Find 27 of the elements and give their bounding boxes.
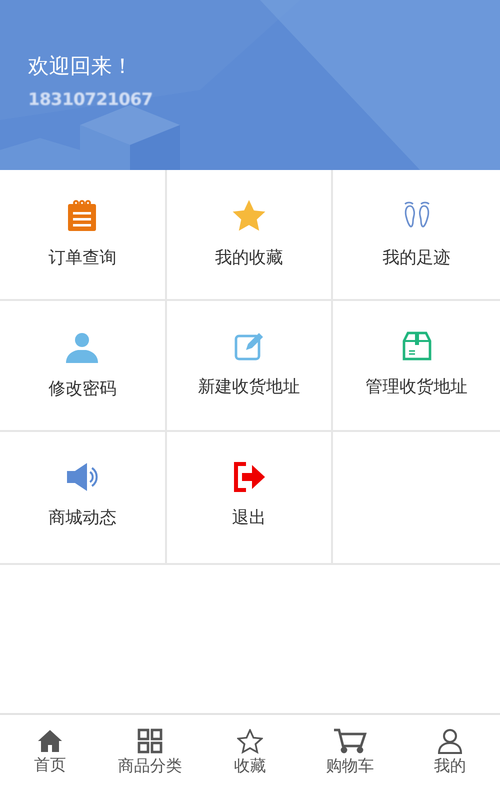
menu-item[interactable]: 管理收货地址 [366,375,468,398]
menu-item[interactable]: 退出 [232,506,266,529]
speaker-icon [65,462,100,492]
star-icon [237,728,263,754]
menu-item[interactable]: 商城动态 [48,506,116,529]
person-icon [65,331,100,363]
notepad-icon [66,200,98,232]
phone-number: 18310721067 [28,90,153,110]
edit-icon [234,331,264,361]
user-icon [437,728,463,754]
package-icon [402,331,432,361]
menu-item[interactable]: 我的足迹 [382,246,451,269]
home-icon [37,729,63,753]
menu-item[interactable]: 订单查询 [48,246,116,269]
exit-icon [232,462,266,492]
menu-item[interactable]: 新建收货地址 [198,375,300,398]
cart-icon [333,728,367,754]
tab-bar-item[interactable]: 收藏 [205,728,295,776]
star-icon [232,200,266,232]
welcome-text: 欢迎回来！ [28,53,133,80]
menu-item[interactable]: 我的收藏 [214,246,283,269]
tab-bar-item[interactable]: 首页 [5,729,95,776]
tab-bar-item[interactable]: 商品分类 [105,728,195,777]
tab-bar-item[interactable]: 购物车 [305,728,395,777]
grid-icon [137,728,163,754]
tab-bar-item[interactable]: 我的 [405,728,495,777]
menu-item[interactable]: 修改密码 [48,377,116,400]
